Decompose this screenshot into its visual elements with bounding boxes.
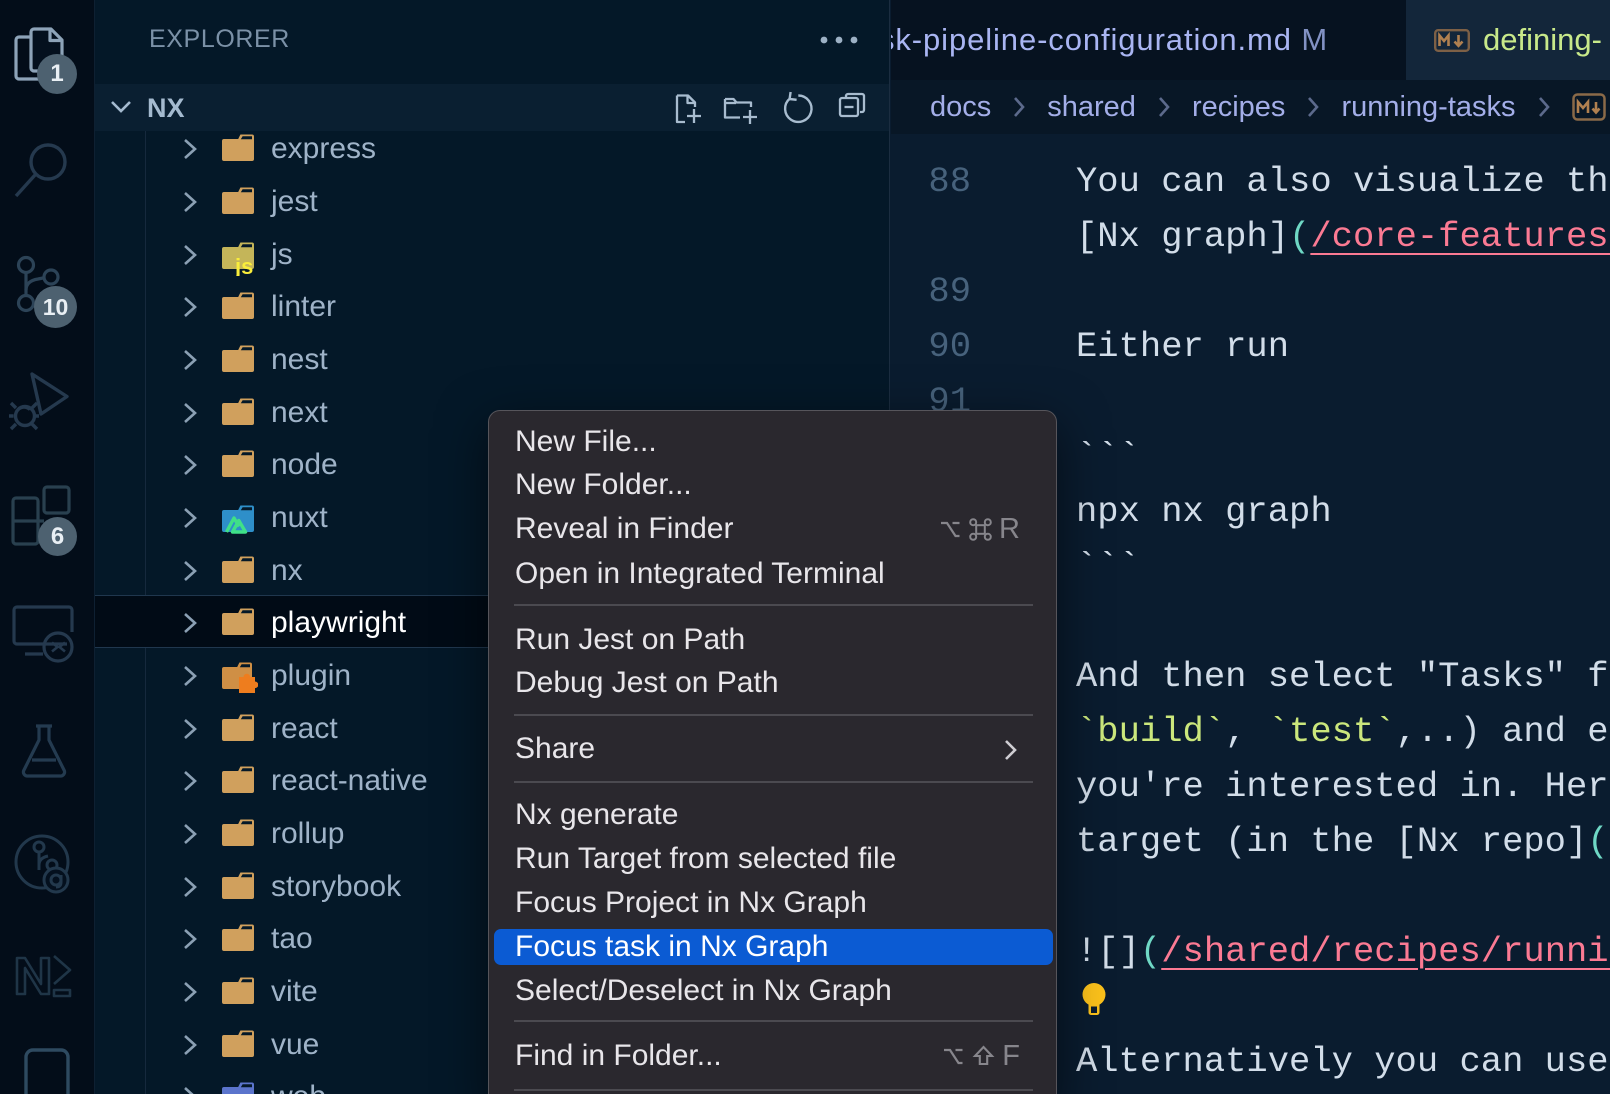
svg-text:js: js <box>234 254 253 276</box>
